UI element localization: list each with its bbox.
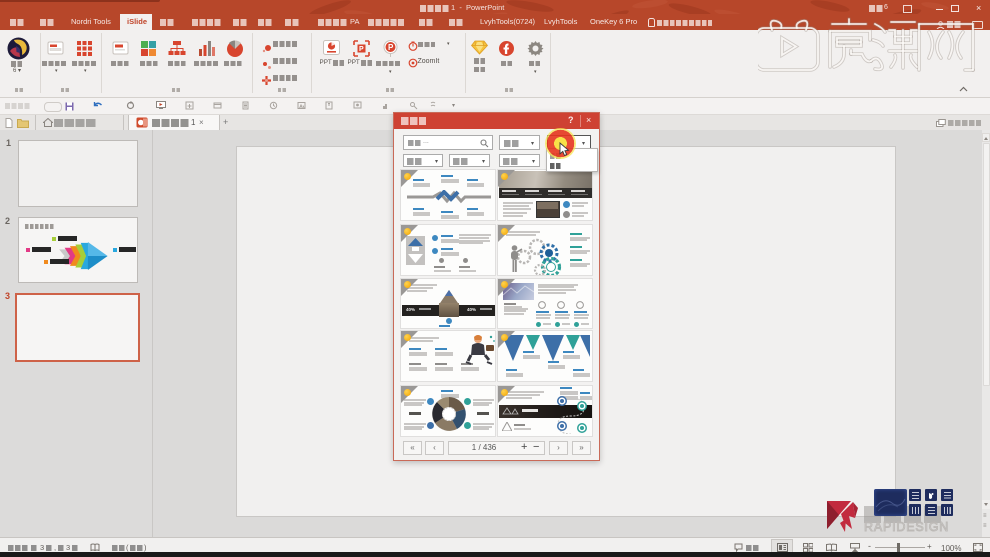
svg-text:P: P xyxy=(359,46,364,53)
svg-text:P: P xyxy=(388,43,394,52)
